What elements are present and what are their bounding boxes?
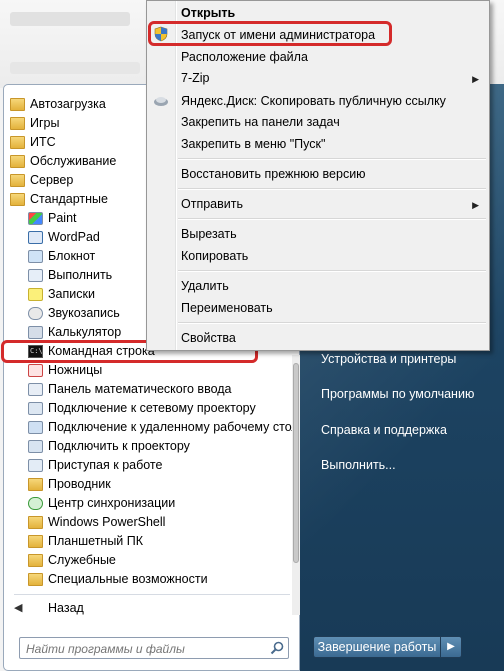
submenu-arrow-icon: ▶ — [472, 200, 479, 210]
divider — [14, 594, 290, 595]
cmd-icon: C:\ — [28, 345, 43, 358]
ctx-restore-previous[interactable]: Восстановить прежнюю версию — [181, 164, 366, 184]
remote-desktop-icon — [28, 421, 43, 434]
submenu-arrow-icon: ▶ — [472, 74, 479, 84]
uac-shield-icon — [154, 26, 168, 42]
shutdown-options-button[interactable]: ▶ — [441, 636, 462, 658]
sticky-notes-icon — [28, 288, 43, 301]
search-input[interactable] — [24, 640, 264, 658]
ctx-separator — [178, 188, 486, 190]
folder-icon — [10, 136, 25, 149]
ctx-7zip[interactable]: 7-Zip — [181, 68, 209, 88]
ctx-separator — [178, 322, 486, 324]
explorer-icon — [28, 478, 43, 491]
ctx-copy[interactable]: Копировать — [181, 246, 248, 266]
folder-icon — [10, 174, 25, 187]
notepad-icon — [28, 250, 43, 263]
folder-icon — [28, 573, 43, 586]
ctx-delete[interactable]: Удалить — [181, 276, 229, 296]
folder-icon — [28, 554, 43, 567]
ctx-properties[interactable]: Свойства — [181, 328, 236, 348]
math-input-icon — [28, 383, 43, 396]
ctx-separator — [178, 270, 486, 272]
blurred-text — [10, 62, 140, 74]
yandex-disk-icon — [154, 97, 168, 106]
folder-icon — [10, 117, 25, 130]
default-programs-link[interactable]: Программы по умолчанию — [321, 387, 474, 401]
blurred-text — [10, 12, 130, 26]
projector-icon — [28, 440, 43, 453]
ctx-file-location[interactable]: Расположение файла — [181, 47, 308, 67]
folder-icon — [10, 155, 25, 168]
folder-icon — [10, 193, 25, 206]
ctx-cut[interactable]: Вырезать — [181, 224, 237, 244]
ctx-separator — [178, 218, 486, 220]
programs-scrollbar[interactable] — [292, 355, 300, 615]
sync-center-icon — [28, 497, 43, 510]
ctx-pin-start[interactable]: Закрепить в меню "Пуск" — [181, 134, 325, 154]
context-menu: Открыть Запуск от имени администратора Р… — [146, 0, 490, 351]
back-arrow-icon: ◀ — [14, 602, 23, 614]
ctx-send-to[interactable]: Отправить — [181, 194, 243, 214]
folder-icon — [28, 516, 43, 529]
microphone-icon — [28, 307, 43, 320]
run-icon — [28, 269, 43, 282]
run-link[interactable]: Выполнить... — [321, 458, 396, 472]
search-icon — [270, 641, 284, 655]
wordpad-icon — [28, 231, 43, 244]
network-projector-icon — [28, 402, 43, 415]
ctx-separator — [178, 158, 486, 160]
ctx-pin-taskbar[interactable]: Закрепить на панели задач — [181, 112, 340, 132]
ctx-run-as-admin[interactable]: Запуск от имени администратора — [181, 25, 375, 45]
ctx-yandex-copy-link[interactable]: Яндекс.Диск: Скопировать публичную ссылк… — [181, 91, 446, 111]
help-and-support-link[interactable]: Справка и поддержка — [321, 423, 447, 437]
ctx-open[interactable]: Открыть — [181, 3, 235, 23]
scrollbar-thumb[interactable] — [293, 363, 299, 563]
search-box[interactable] — [19, 637, 289, 659]
getting-started-icon — [28, 459, 43, 472]
calculator-icon — [28, 326, 43, 339]
ctx-rename[interactable]: Переименовать — [181, 298, 273, 318]
folder-icon — [28, 535, 43, 548]
scissors-icon — [28, 364, 43, 377]
devices-and-printers-link[interactable]: Устройства и принтеры — [321, 352, 456, 366]
shutdown-button[interactable]: Завершение работы — [313, 636, 441, 658]
folder-icon — [10, 98, 25, 111]
paint-icon — [28, 212, 43, 225]
